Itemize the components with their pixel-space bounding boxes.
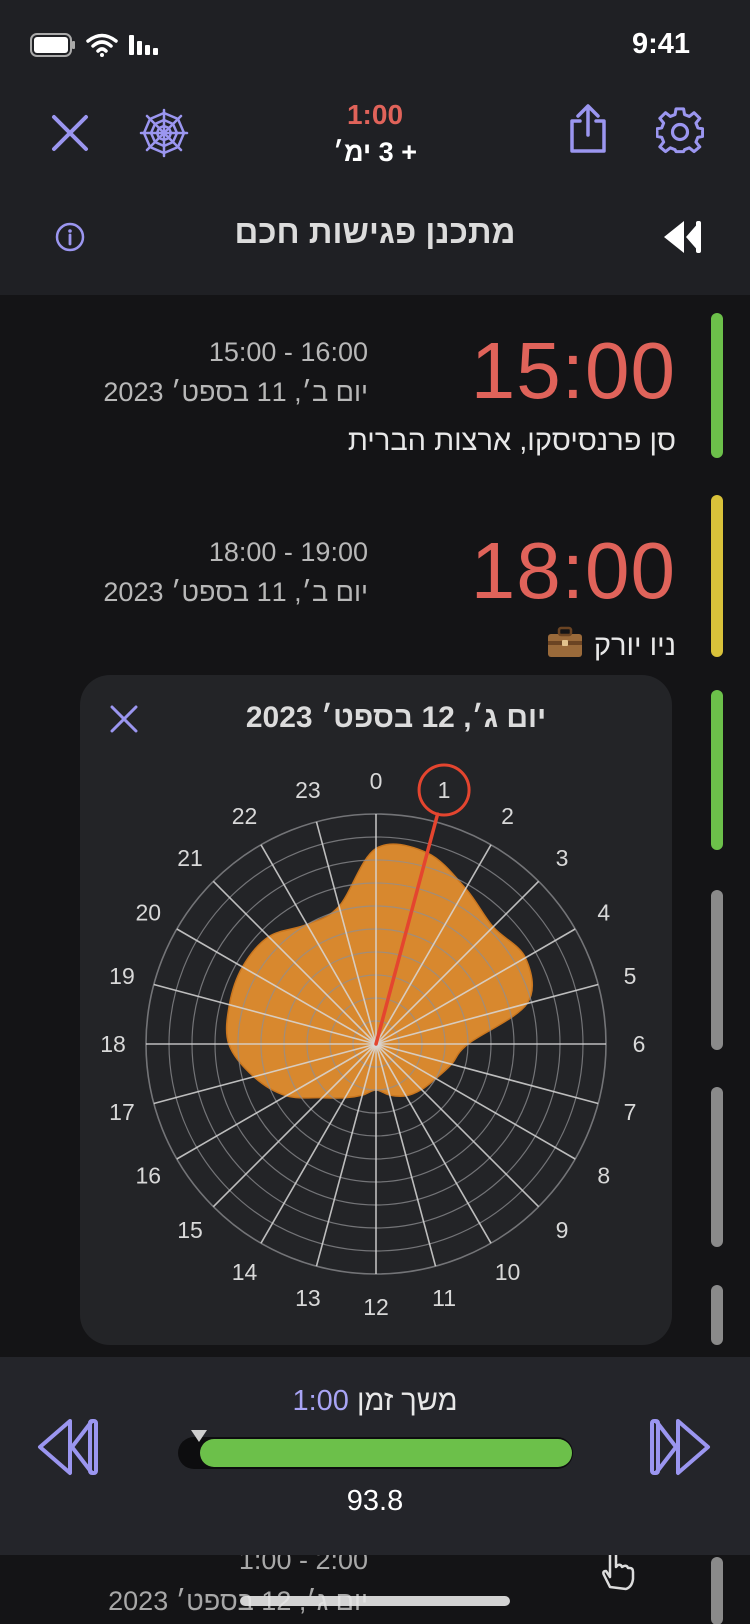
header-days-offset: + 3 ימ׳ xyxy=(333,137,417,167)
score-slider-fill xyxy=(200,1439,572,1467)
spoke-line xyxy=(375,1043,540,1208)
bottom-panel: משך זמן 1:00 93.8 xyxy=(0,1357,750,1555)
hour-label: 14 xyxy=(232,1259,258,1285)
event-place: סן פרנסיסקו, ארצות הברית xyxy=(347,425,676,457)
hour-label: 3 xyxy=(556,845,569,871)
event-range: 18:00 - 19:00 xyxy=(208,537,368,567)
status-bar-indicator xyxy=(711,690,723,850)
hour-label: 16 xyxy=(135,1163,161,1189)
hour-label: 1 xyxy=(438,777,451,803)
status-bar-indicator xyxy=(711,1087,723,1247)
hour-label: 19 xyxy=(109,963,135,989)
info-icon xyxy=(55,222,85,252)
status-bar: 9:41 xyxy=(0,0,750,95)
rewind-icon xyxy=(38,1419,98,1475)
hour-label: 23 xyxy=(295,777,321,803)
wifi-icon xyxy=(86,33,118,62)
status-icons xyxy=(30,32,164,62)
web-button[interactable] xyxy=(134,103,194,163)
status-bar-indicator xyxy=(711,890,723,1050)
previous-button[interactable] xyxy=(28,1407,108,1487)
radar-area xyxy=(225,843,533,1099)
hour-label: 18 xyxy=(100,1031,126,1057)
event-date: יום ב׳, 11 בספט׳ 2023 xyxy=(103,377,368,407)
status-bar-indicator xyxy=(711,313,723,458)
event-place: ניו יורק xyxy=(593,629,676,662)
spoke-line xyxy=(375,1043,576,1160)
radar-chart[interactable]: 0 1234567891011121314151617181920212223 xyxy=(80,675,672,1345)
event-date: יום ב׳, 11 בספט׳ 2023 xyxy=(103,577,368,607)
close-icon xyxy=(52,115,88,151)
hour-label: 22 xyxy=(232,803,258,829)
hour-label: 10 xyxy=(495,1259,521,1285)
duration-value: 1:00 xyxy=(292,1385,349,1417)
header-duration: 1:00 xyxy=(346,99,404,130)
hour-label: 8 xyxy=(597,1163,610,1189)
share-button[interactable] xyxy=(558,99,618,159)
hour-label: 20 xyxy=(135,900,161,926)
home-indicator xyxy=(240,1596,510,1606)
battery-icon xyxy=(30,32,76,62)
hour-label: 15 xyxy=(177,1217,203,1243)
event-time: 18:00 xyxy=(470,526,676,615)
hour-label: 13 xyxy=(295,1285,321,1311)
signal-icon xyxy=(128,33,164,62)
page-title: מתכנן פגישות חכם xyxy=(234,213,516,250)
event-place-row: ניו יורק xyxy=(546,625,676,667)
hour-label: 5 xyxy=(624,963,637,989)
spider-web-icon xyxy=(139,108,189,158)
status-time: 9:41 xyxy=(631,28,690,60)
hour-label: 6 xyxy=(633,1031,646,1057)
hour-label: 21 xyxy=(177,845,203,871)
fast-forward-icon xyxy=(650,1419,710,1475)
status-bar-indicator xyxy=(711,1557,723,1624)
hour-label: 2 xyxy=(501,803,514,829)
gear-icon xyxy=(656,107,704,154)
header: 1:00 + 3 ימ׳ מתכנן פגישות חכם xyxy=(0,95,750,295)
hour-label: 17 xyxy=(109,1099,135,1125)
status-bar-indicator xyxy=(711,1285,723,1345)
hour-label: 11 xyxy=(432,1285,456,1311)
slider-thumb-icon[interactable] xyxy=(191,1430,207,1442)
status-bar-indicator xyxy=(711,495,723,657)
share-icon xyxy=(570,104,606,153)
rewind-icon xyxy=(664,221,701,253)
list-item[interactable]: 15:00 15:00 - 16:00 יום ב׳, 11 בספט׳ 202… xyxy=(0,295,750,485)
hour-label: 12 xyxy=(363,1294,389,1320)
day-popup: יום ג׳, 12 בספט׳ 2023 0 1 2 3 4 5 6 7 8 9 10 11 12 13… xyxy=(80,675,672,1345)
duration-label: משך זמן xyxy=(356,1385,458,1417)
close-button[interactable] xyxy=(40,103,100,163)
duration-label-row: משך זמן 1:00 xyxy=(0,1385,750,1418)
list-item[interactable]: 18:00 18:00 - 19:00 יום ב׳, 11 בספט׳ 202… xyxy=(0,495,750,685)
settings-button[interactable] xyxy=(650,101,710,161)
hour-label: 0 xyxy=(370,768,383,794)
header-center: 1:00 + 3 ימ׳ xyxy=(275,95,475,168)
event-time: 15:00 xyxy=(470,326,676,415)
score-value: 93.8 xyxy=(346,1485,404,1517)
rewind-button[interactable] xyxy=(653,207,713,267)
event-range: 15:00 - 16:00 xyxy=(208,337,368,367)
next-button[interactable] xyxy=(640,1407,720,1487)
info-button[interactable] xyxy=(40,207,100,267)
briefcase-icon xyxy=(546,625,584,667)
hour-label: 7 xyxy=(624,1099,637,1125)
hour-label: 9 xyxy=(556,1217,569,1243)
hour-label: 4 xyxy=(597,900,610,926)
